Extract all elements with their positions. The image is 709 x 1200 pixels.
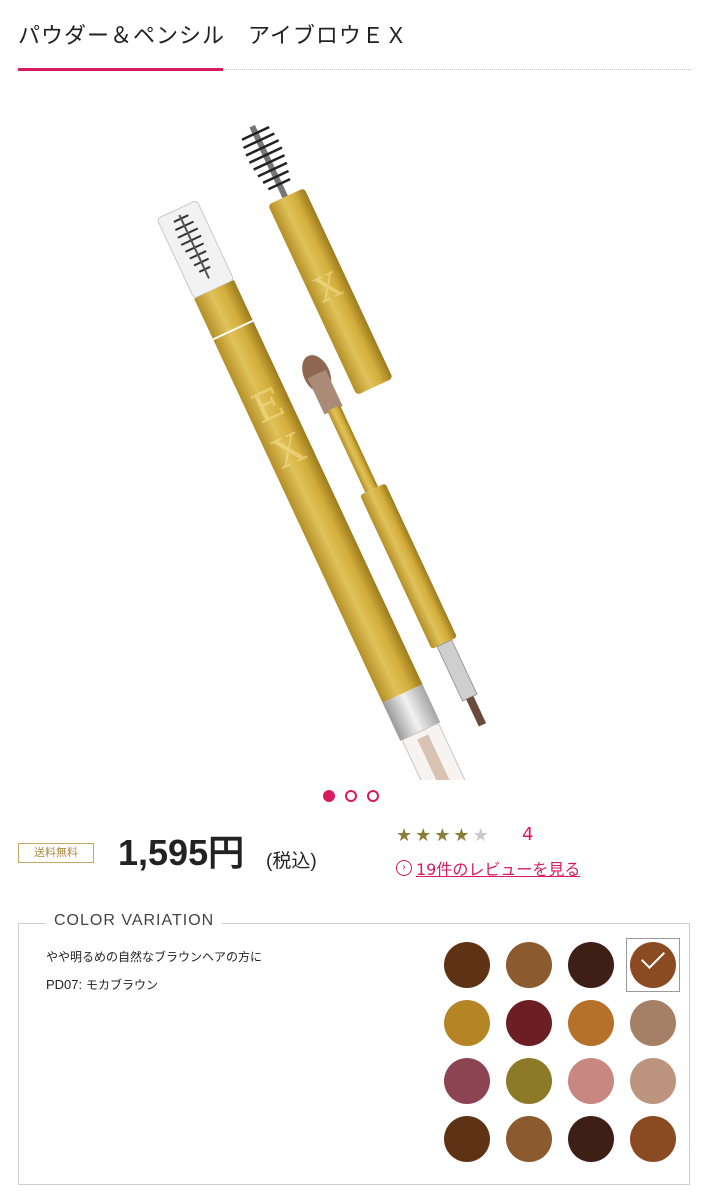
star-icon: ★	[415, 825, 435, 846]
color-swatch-13[interactable]	[444, 1116, 490, 1162]
page-title: パウダー＆ペンシル アイブロウＥＸ	[18, 24, 408, 49]
product-image-gallery[interactable]: E X X	[0, 90, 709, 780]
rating-value: 4	[522, 824, 534, 845]
reviews-link-label[interactable]: 19件のレビューを見る	[416, 856, 580, 880]
color-swatch-12[interactable]	[630, 1058, 676, 1104]
selected-color-label: PD07: モカブラウン	[46, 976, 158, 993]
color-swatch-grid	[440, 938, 680, 1168]
selected-color-name: モカブラウン	[82, 978, 158, 992]
color-swatch-14[interactable]	[506, 1116, 552, 1162]
color-description: やや明るめの自然なブラウンヘアの方に	[46, 950, 263, 964]
title-underline-dotted	[223, 69, 691, 70]
star-icon: ★	[434, 825, 454, 846]
product-image: E X X	[157, 124, 487, 780]
checkmark-icon	[640, 944, 666, 970]
tax-note: (税込)	[266, 851, 317, 872]
gallery-dot-1[interactable]	[323, 790, 335, 802]
color-swatch-4[interactable]	[630, 942, 676, 988]
star-icon: ★	[396, 825, 416, 846]
chevron-right-circle-icon: ›	[396, 860, 412, 876]
gallery-pagination	[323, 790, 379, 804]
color-swatch-7[interactable]	[568, 1000, 614, 1046]
color-swatch-2[interactable]	[506, 942, 552, 988]
color-swatch-8[interactable]	[630, 1000, 676, 1046]
color-swatch-3[interactable]	[568, 942, 614, 988]
star-empty-icon: ★	[472, 825, 492, 846]
color-swatch-11[interactable]	[568, 1058, 614, 1104]
color-swatch-1[interactable]	[444, 942, 490, 988]
free-shipping-badge: 送料無料	[18, 843, 94, 863]
reviews-link[interactable]: › 19件のレビューを見る	[396, 856, 580, 880]
color-swatch-6[interactable]	[506, 1000, 552, 1046]
color-variation-heading: COLOR VARIATION	[46, 912, 223, 930]
gallery-dot-3[interactable]	[367, 790, 379, 802]
color-swatch-16[interactable]	[630, 1116, 676, 1162]
rating-stars: ★★★★★	[396, 825, 492, 846]
gallery-dot-2[interactable]	[345, 790, 357, 802]
color-swatch-10[interactable]	[506, 1058, 552, 1104]
title-underline-accent	[18, 68, 223, 71]
color-swatch-15[interactable]	[568, 1116, 614, 1162]
selected-color-code: PD07:	[46, 977, 83, 992]
color-swatch-9[interactable]	[444, 1058, 490, 1104]
star-icon: ★	[453, 825, 473, 846]
price: 1,595円	[118, 832, 245, 873]
color-swatch-5[interactable]	[444, 1000, 490, 1046]
title-bar: パウダー＆ペンシル アイブロウＥＸ	[0, 0, 709, 72]
